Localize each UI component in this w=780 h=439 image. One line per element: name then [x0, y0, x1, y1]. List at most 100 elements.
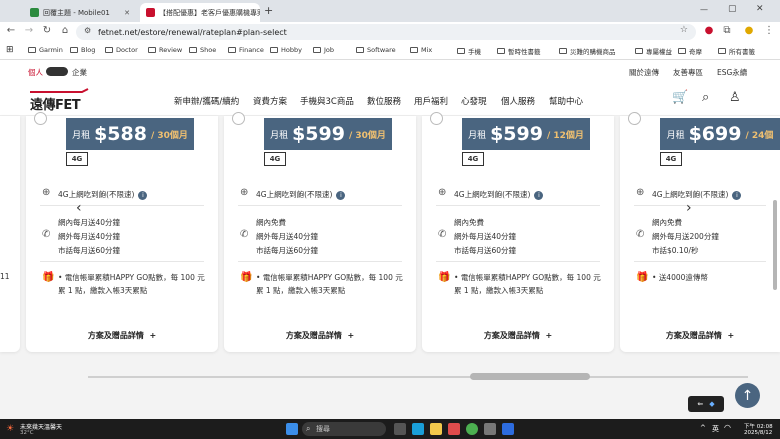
taskbar-search[interactable]: ⌕ 搜尋 [302, 422, 386, 436]
bookmark-item[interactable]: Software [356, 46, 396, 54]
url-field[interactable]: ⚙ fetnet.net/estore/renewal/rateplan#pla… [76, 24, 696, 40]
page-scrollbar-thumb[interactable] [773, 200, 777, 290]
profile-avatar-icon[interactable]: ● [742, 25, 756, 36]
plan-card[interactable]: 月租 $699 / 24個 4G ⊕ 4G上網吃到飽(不限速) i 網內免費 ✆ … [620, 112, 780, 352]
bookmark-item[interactable]: 災難的購機商品 [559, 46, 616, 56]
nav-new-apply[interactable]: 新申辦/攜碼/續約 [174, 95, 239, 107]
nav-rate-plans[interactable]: 資費方案 [253, 95, 287, 107]
bookmark-star-icon[interactable]: ☆ [680, 25, 688, 35]
nav-benefits[interactable]: 用戶福利 [414, 95, 448, 107]
gift-label: 電信帳單累積HAPPY GO點數，每 100 元累 1 點，繳款入帳3天累點 [256, 273, 403, 295]
app-icon[interactable] [484, 423, 496, 435]
maximize-icon[interactable]: ▢ [728, 4, 737, 14]
tab-mobile01[interactable]: 回覆主題 - Mobile01 ✕ [24, 3, 136, 22]
file-explorer-icon[interactable] [430, 423, 442, 435]
close-window-icon[interactable]: ✕ [756, 4, 764, 14]
bookmark-item[interactable]: Review [148, 46, 182, 54]
minimize-icon[interactable]: — [700, 5, 708, 14]
bookmark-item[interactable]: 奇摩 [678, 46, 702, 56]
cart-icon[interactable]: 🛒 [672, 90, 688, 105]
plan-card[interactable]: 月租 $588 / 30個月 4G ⊕ 4G上網吃到飽(不限速) i 網內每月送4… [26, 112, 218, 352]
friendly-link[interactable]: 友善專區 [673, 67, 703, 78]
back-icon[interactable]: ← [4, 25, 18, 36]
carousel-scroll-track[interactable] [88, 376, 748, 378]
all-bookmarks[interactable]: 所有書籤 [718, 46, 755, 56]
info-icon[interactable]: i [534, 191, 544, 200]
search-icon[interactable]: ⌕ [702, 90, 709, 105]
input-language[interactable]: 英 [712, 424, 719, 434]
edge-icon[interactable] [412, 423, 424, 435]
personal-toggle-label[interactable]: 個人 [28, 67, 43, 78]
reload-icon[interactable]: ↻ [40, 25, 54, 36]
forward-icon[interactable]: → [22, 25, 36, 36]
globe-icon: ⊕ [636, 187, 645, 198]
windows-start-icon[interactable] [286, 423, 298, 435]
bookmark-item[interactable]: Doctor [105, 46, 138, 54]
plus-icon: + [149, 331, 157, 340]
plan-details-link[interactable]: 方案及贈品詳情 + [422, 330, 614, 341]
system-tray-chevron-icon[interactable]: ^ [700, 424, 706, 432]
clock-date[interactable]: 2025/8/12 [744, 430, 772, 436]
info-icon[interactable]: i [336, 191, 346, 200]
plan-details-link[interactable]: 方案及贈品詳情 + [620, 330, 780, 341]
taskbar-search-label: 搜尋 [316, 425, 330, 433]
nav-help[interactable]: 幫助中心 [549, 95, 583, 107]
info-icon[interactable]: i [138, 191, 148, 200]
folder-icon [189, 47, 197, 53]
apps-grid-icon[interactable]: ⊞ [6, 45, 14, 55]
carousel-next-icon[interactable]: › [686, 200, 692, 216]
app-icon[interactable] [502, 423, 514, 435]
plan-select-radio[interactable] [628, 112, 641, 125]
plan-card[interactable]: 月租 $599 / 30個月 4G ⊕ 4G上網吃到飽(不限速) i 網內免費 ✆… [224, 112, 416, 352]
nav-personal-service[interactable]: 個人服務 [501, 95, 535, 107]
plan-select-radio[interactable] [34, 112, 47, 125]
tab-fetnet[interactable]: 【搭配優惠】老客戶優惠購機專案 ✕ [140, 3, 260, 22]
bookmark-item[interactable]: Hobby [270, 46, 302, 54]
task-view-icon[interactable] [394, 423, 406, 435]
about-link[interactable]: 關於遠傳 [629, 67, 659, 78]
nav-discover[interactable]: 心發現 [461, 95, 487, 107]
extensions-puzzle-icon[interactable]: ⧉ [720, 25, 734, 36]
plan-card[interactable]: 月租 $599 / 12個月 4G ⊕ 4G上網吃到飽(不限速) i 網內免費 ✆… [422, 112, 614, 352]
bookmark-item[interactable]: 暫時性書籤 [497, 46, 541, 56]
floating-widget[interactable]: ⇐ ◆ [688, 396, 724, 412]
plan-details-link[interactable]: 方案及贈品詳情 + [224, 330, 416, 341]
site-info-icon[interactable]: ⚙ [84, 26, 91, 35]
close-tab-icon[interactable]: ✕ [124, 9, 130, 17]
back-to-top-button[interactable]: ↑ [735, 383, 760, 408]
nav-digital[interactable]: 數位服務 [367, 95, 401, 107]
wifi-icon[interactable]: ◠ [724, 423, 731, 432]
info-icon[interactable]: i [732, 191, 742, 200]
bookmark-item[interactable]: Finance [228, 46, 264, 54]
extension-icon[interactable]: ● [702, 25, 716, 36]
folder-icon [678, 48, 686, 54]
price-box: 月租 $599 / 12個月 [462, 118, 590, 150]
plus-icon: + [727, 331, 735, 340]
bookmark-item[interactable]: 手機 [457, 46, 481, 56]
carousel-prev-icon[interactable]: ‹ [76, 200, 82, 216]
divider [634, 205, 766, 206]
bookmark-item[interactable]: Job [313, 46, 334, 54]
new-tab-icon[interactable]: + [264, 4, 273, 17]
segment-toggle[interactable] [46, 67, 68, 76]
app-icon[interactable] [448, 423, 460, 435]
bookmark-item[interactable]: Garmin [28, 46, 63, 54]
menu-icon[interactable]: ⋮ [762, 25, 776, 36]
bookmark-item[interactable]: Blog [70, 46, 95, 54]
chrome-icon[interactable] [466, 423, 478, 435]
carousel-scroll-thumb[interactable] [470, 373, 590, 380]
bookmark-item[interactable]: 專屬權益 [635, 46, 672, 56]
clock-time[interactable]: 下午 02:08 [744, 422, 773, 430]
nav-phones[interactable]: 手機與3C商品 [300, 95, 354, 107]
bookmark-item[interactable]: Shoe [189, 46, 216, 54]
account-icon[interactable]: ♙ [729, 90, 741, 105]
esg-link[interactable]: ESG永續 [717, 67, 747, 78]
home-icon[interactable]: ⌂ [58, 25, 72, 36]
plan-details-link[interactable]: 方案及贈品詳情 + [26, 330, 218, 341]
weather-icon[interactable]: ☀ [6, 424, 14, 434]
fet-logo[interactable]: 遠傳FET [28, 88, 90, 113]
business-toggle-label[interactable]: 企業 [72, 67, 87, 78]
plan-select-radio[interactable] [232, 112, 245, 125]
plan-select-radio[interactable] [430, 112, 443, 125]
bookmark-item[interactable]: Mix [410, 46, 432, 54]
